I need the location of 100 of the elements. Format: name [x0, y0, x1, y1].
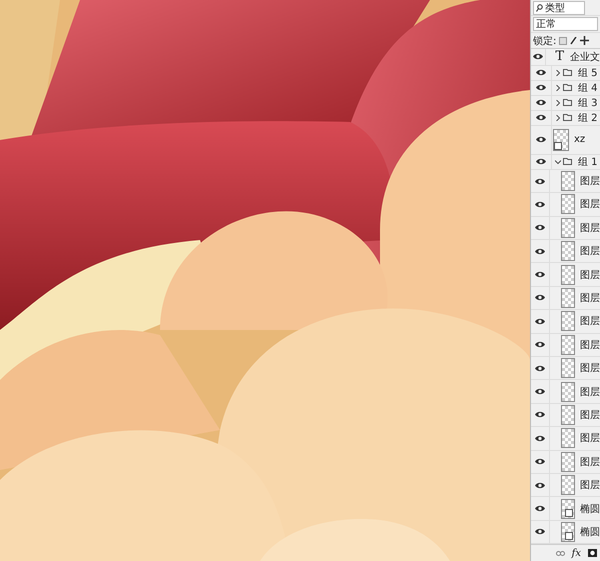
lock-label: 锁定: [533, 34, 556, 48]
layer-name: 图层 [580, 222, 600, 235]
layer-name: 企业文 [570, 50, 600, 64]
layer-row[interactable]: 图层 [531, 310, 600, 334]
eye-icon[interactable] [536, 136, 546, 144]
layer-row[interactable]: 图层 [531, 286, 600, 310]
layer-filter-dropdown[interactable]: 类型 [533, 0, 585, 14]
layer-row[interactable]: 图层 [531, 240, 600, 264]
layer-thumbnail [560, 382, 575, 402]
eye-icon[interactable] [536, 99, 546, 106]
layer-name: 图层 [580, 292, 600, 305]
layer-name: 图层 [580, 198, 600, 212]
layer-name: 图层 [580, 175, 600, 188]
layer-row[interactable]: 组 2 [531, 110, 600, 126]
eye-icon[interactable] [534, 318, 545, 325]
layer-name: 组 3 [578, 96, 598, 110]
layer-row[interactable]: 组 5 [531, 66, 600, 81]
layer-thumbnail [560, 428, 575, 448]
caret-down-icon[interactable] [555, 158, 561, 165]
link-icon[interactable] [556, 550, 565, 556]
layer-row[interactable]: 图层 [531, 404, 600, 428]
layer-thumbnail [560, 358, 575, 378]
layer-row[interactable]: 图层 [531, 263, 600, 287]
eye-icon[interactable] [536, 158, 546, 166]
eye-icon[interactable] [534, 388, 545, 396]
layer-thumbnail [560, 241, 575, 262]
smart-object-icon [554, 142, 562, 150]
layer-thumbnail [560, 475, 575, 496]
mask-icon[interactable] [588, 549, 597, 557]
layer-name: 组 5 [578, 66, 598, 80]
eye-icon[interactable] [536, 84, 546, 92]
layer-thumbnail [560, 452, 575, 472]
layer-row[interactable]: 图层 [531, 450, 600, 474]
fx-button[interactable]: fx [572, 548, 581, 558]
layer-row[interactable]: 图层 [531, 356, 600, 380]
layer-name: 图层 [580, 386, 600, 399]
layer-row[interactable]: 组 4 [531, 80, 600, 96]
eye-icon[interactable] [536, 114, 546, 122]
eye-icon[interactable] [534, 411, 545, 418]
layer-name: 组 1 [578, 156, 598, 169]
blend-mode-dropdown[interactable]: 正常 [533, 17, 598, 31]
layer-name: 图层 [580, 362, 600, 376]
eye-icon[interactable] [534, 458, 545, 466]
search-icon [536, 4, 543, 12]
layer-name: xz [574, 134, 586, 146]
layer-name: 椭圆 [580, 526, 600, 539]
layer-name: 图层 [580, 408, 600, 422]
layer-thumbnail [560, 334, 575, 355]
eye-icon[interactable] [533, 53, 544, 60]
eye-icon[interactable] [534, 364, 545, 372]
vector-mask-icon [565, 508, 573, 516]
layer-name: 图层 [580, 315, 600, 328]
eye-icon[interactable] [534, 224, 545, 232]
layer-row[interactable]: 图层 [531, 193, 600, 217]
eye-icon[interactable] [534, 248, 545, 255]
eye-icon[interactable] [534, 294, 545, 302]
layer-thumbnail [560, 218, 575, 238]
eye-icon[interactable] [534, 505, 545, 512]
layer-row[interactable]: 图层 [531, 474, 600, 498]
layer-name: 组 4 [578, 82, 598, 95]
layer-name: 椭圆 [580, 502, 600, 516]
layer-name: 图层 [580, 479, 600, 492]
eye-icon[interactable] [534, 341, 545, 348]
layer-thumbnail [560, 171, 575, 192]
layer-thumbnail [560, 264, 575, 285]
caret-right-icon[interactable] [555, 114, 561, 121]
layer-name: 图层 [580, 338, 600, 352]
move-icon[interactable] [580, 36, 590, 45]
eye-icon[interactable] [534, 271, 545, 278]
eye-icon[interactable] [534, 482, 545, 489]
layer-row[interactable]: 椭圆 [531, 497, 600, 521]
layer-row[interactable]: T 企业文 [531, 49, 600, 66]
caret-right-icon[interactable] [555, 100, 561, 106]
layer-thumbnail [560, 311, 575, 332]
layer-row[interactable]: 图层 [531, 334, 600, 357]
eye-icon[interactable] [536, 69, 546, 76]
eye-icon[interactable] [534, 178, 545, 185]
eye-icon[interactable] [534, 528, 545, 536]
layer-row[interactable]: 图层 [531, 216, 600, 240]
layer-name: 图层 [580, 245, 600, 258]
layer-name: 图层 [580, 456, 600, 469]
layer-thumbnail [560, 194, 575, 214]
layer-row[interactable]: 椭圆 [531, 520, 600, 544]
layer-name: 组 2 [578, 112, 598, 125]
eye-icon[interactable] [534, 200, 545, 208]
layer-row[interactable]: 组 1 [531, 154, 600, 170]
layer-row[interactable]: 图层 [531, 170, 600, 194]
text-layer-icon: T [555, 50, 564, 64]
folder-icon [563, 158, 572, 166]
brush-icon[interactable] [570, 36, 578, 44]
caret-right-icon[interactable] [555, 70, 561, 76]
layer-thumbnail [560, 404, 575, 425]
layer-row[interactable]: xz [531, 126, 600, 155]
caret-right-icon[interactable] [555, 84, 561, 91]
layer-row[interactable]: 图层 [531, 380, 600, 404]
layer-row[interactable]: 组 3 [531, 96, 600, 111]
layer-name: 图层 [580, 268, 600, 282]
eye-icon[interactable] [534, 434, 545, 442]
vector-mask-icon [565, 532, 573, 540]
layer-row[interactable]: 图层 [531, 427, 600, 451]
